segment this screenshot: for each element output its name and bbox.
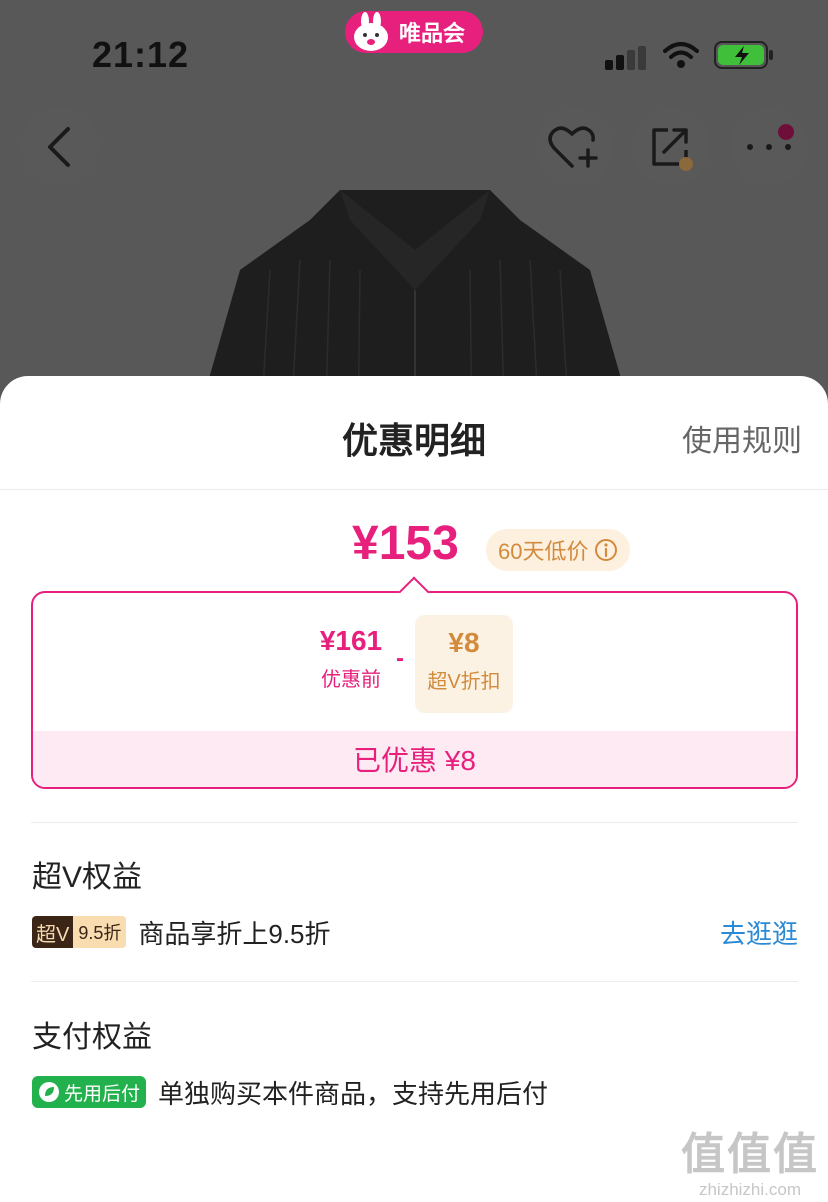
pay-later-tag-label: 先用后付: [64, 1083, 141, 1105]
favorite-button[interactable]: [535, 108, 613, 186]
back-button[interactable]: [21, 108, 99, 186]
vip-app-label: 唯品会: [399, 21, 466, 46]
status-bar: 21:12 唯品会: [0, 0, 828, 100]
usage-rules-link[interactable]: 使用规则: [682, 416, 802, 460]
more-dots-icon: [747, 144, 791, 150]
price-breakdown-card: ¥161 优惠前 - ¥8 超V折扣 已优惠 ¥8: [31, 576, 798, 789]
status-time: 21:12: [92, 34, 190, 75]
svip-benefit-row: 超V 9.5折 商品享折上9.5折 去逛逛: [32, 915, 798, 949]
low-price-badge-label: 60天低价: [498, 539, 589, 564]
saved-total-bar: 已优惠 ¥8: [33, 731, 796, 787]
vip-app-pill[interactable]: 唯品会: [345, 11, 483, 53]
svip-tag-light: 9.5折: [73, 916, 127, 948]
original-price-column: ¥161 优惠前: [309, 625, 393, 692]
pay-section-title: 支付权益: [32, 1021, 152, 1054]
svip-discount-amount: ¥8: [448, 627, 480, 658]
browse-link[interactable]: 去逛逛: [720, 914, 798, 951]
svip-discount-column: ¥8 超V折扣: [415, 615, 513, 713]
more-button[interactable]: [730, 108, 808, 186]
pay-benefit-text: 单独购买本件商品，支持先用后付: [158, 1078, 549, 1109]
minus-sign: -: [396, 645, 404, 672]
discount-detail-sheet: 优惠明细 使用规则 ¥153 60天低价 ¥161 优惠前 - ¥8 超V折扣 …: [0, 376, 828, 1202]
info-icon: [595, 539, 618, 561]
heart-plus-icon: [548, 126, 598, 168]
share-button[interactable]: [632, 108, 710, 186]
notification-dot: [778, 124, 794, 140]
product-backdrop: 21:12 唯品会: [0, 0, 828, 420]
watermark-url: zhizhizhi.com: [698, 1180, 802, 1199]
section-divider: [31, 981, 798, 982]
svip-section-title: 超V权益: [32, 861, 143, 894]
svip-discount-label: 超V折扣: [427, 671, 501, 693]
pay-benefit-row: 先用后付 单独购买本件商品，支持先用后付: [32, 1075, 798, 1109]
signal-icon: [605, 46, 646, 70]
sheet-header: 优惠明细 使用规则: [0, 376, 828, 490]
rabbit-mascot-icon: [354, 12, 388, 51]
watermark-logo: 值值值: [681, 1130, 819, 1179]
section-divider: [31, 822, 798, 823]
original-price-label: 优惠前: [321, 669, 381, 691]
svip-tag-dark: 超V: [32, 916, 74, 948]
svip-benefit-text: 商品享折上9.5折: [138, 918, 331, 949]
pay-later-tag: 先用后付: [32, 1076, 147, 1108]
final-price: ¥153: [352, 517, 459, 570]
low-price-badge[interactable]: 60天低价: [486, 529, 631, 571]
share-icon: [652, 128, 693, 171]
battery-charging-icon: [714, 41, 773, 69]
wifi-icon: [663, 42, 699, 68]
original-price-amount: ¥161: [319, 625, 383, 656]
svip-tag: 超V 9.5折: [32, 916, 127, 948]
back-arrow-icon: [48, 127, 70, 167]
leaf-icon: [39, 1082, 59, 1102]
saved-total-text: 已优惠 ¥8: [353, 745, 476, 776]
watermark: 值值值 zhizhizhi.com: [676, 1118, 824, 1202]
